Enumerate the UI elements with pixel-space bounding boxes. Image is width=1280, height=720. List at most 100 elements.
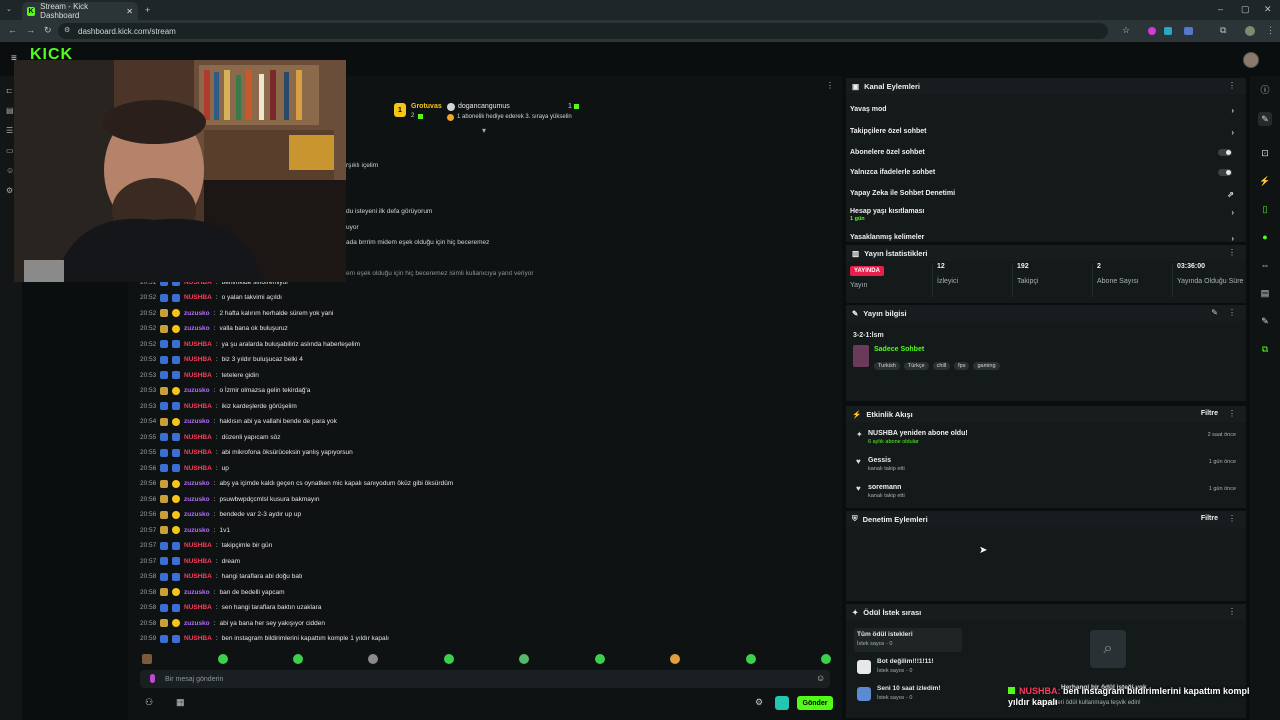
panel-menu-icon[interactable]: ⋮	[1228, 81, 1236, 90]
reward-item[interactable]: Tüm ödül istekleri İstek sayısı - 0	[854, 628, 962, 652]
gift-recipient-name[interactable]: dogancangumus	[458, 103, 510, 110]
chat-message[interactable]: 20:56 zuzusko: abş ya içimde kaldı geçen c…	[140, 477, 453, 491]
expand-leaderboard-icon[interactable]: ▾	[482, 126, 486, 135]
chat-bubble-icon[interactable]: ●	[1258, 230, 1272, 244]
stream-icon[interactable]: ▤	[6, 106, 14, 115]
edit-icon[interactable]: ✎	[1211, 308, 1218, 317]
forward-icon[interactable]: →	[26, 25, 35, 35]
extension-icon[interactable]	[1184, 27, 1193, 35]
wallet-icon[interactable]: ▭	[6, 146, 14, 155]
channel-action-row[interactable]: Takipçilere özel sohbet ›	[850, 128, 1242, 137]
toggle-switch[interactable]	[1218, 169, 1232, 176]
chevron-right-icon[interactable]: ›	[1231, 208, 1234, 217]
chat-message[interactable]: 20:57 NUSHBA: dream	[140, 554, 240, 568]
collapse-icon[interactable]: ⊏	[6, 86, 13, 95]
stream-tag[interactable]: chill	[932, 362, 951, 370]
message-username[interactable]: zuzusko	[184, 325, 210, 332]
microphone-icon[interactable]	[150, 674, 155, 683]
user-avatar[interactable]	[1243, 52, 1259, 68]
chat-message[interactable]: 20:58 zuzusko: abi ya bana her sey yakışıy…	[140, 616, 325, 630]
activity-event[interactable]: ✦ NUSHBA yeniden abone oldu! 6 aylık abone…	[856, 430, 1236, 456]
toggle-switch[interactable]	[1218, 149, 1232, 156]
focus-icon[interactable]: ⊡	[1258, 146, 1272, 160]
category-name[interactable]: Sadece Sohbet	[874, 346, 924, 353]
channel-action-row[interactable]: Yapay Zeka ile Sohbet Denetimi ⇗	[850, 190, 1242, 199]
edit-layout-icon[interactable]: ✎	[1258, 112, 1272, 126]
chat-tools-icon[interactable]: ⚇	[145, 697, 153, 708]
emote-icon[interactable]	[670, 654, 680, 664]
site-info-icon[interactable]: ⚙	[64, 26, 70, 34]
channel-action-row[interactable]: Yasaklanmış kelimeler ›	[850, 234, 1242, 243]
chat-message[interactable]: 20:52 zuzusko: valla bana ok buluşuruz	[140, 322, 288, 336]
chat-message[interactable]: 20:52 zuzusko:2 hafta kalırım herhalde sü…	[140, 306, 333, 320]
link-icon[interactable]: ⇔	[1258, 258, 1272, 272]
chat-message[interactable]: 20:59 NUSHBA: ben instagram bildirimlerini…	[140, 632, 389, 646]
chat-message[interactable]: 20:58 zuzusko: ban de bedelli yapcam	[140, 585, 285, 599]
chat-message[interactable]: 20:52 NUSHBA: ya şu aralarda buluşabiliriz…	[140, 337, 360, 351]
kick-points-icon[interactable]	[775, 696, 789, 710]
emote-icon[interactable]	[746, 654, 756, 664]
channel-action-row[interactable]: Yavaş mod ›	[850, 106, 1242, 115]
community-icon[interactable]: ☰	[6, 126, 13, 135]
list-icon[interactable]: ▤	[1258, 286, 1272, 300]
chat-message[interactable]: 20:56 NUSHBA: up	[140, 461, 229, 475]
settings-icon[interactable]: ⚙	[6, 186, 13, 195]
url-input[interactable]: dashboard.kick.com/stream	[58, 23, 1108, 39]
message-username[interactable]: NUSHBA	[184, 635, 212, 642]
stream-tag[interactable]: gaming	[973, 362, 1000, 370]
gift-box-icon[interactable]: ▦	[176, 697, 185, 708]
chevron-right-icon[interactable]: ›	[1231, 128, 1234, 137]
chat-message[interactable]: 20:53 NUSHBA: tetelere gidin	[140, 368, 259, 382]
message-username[interactable]: zuzusko	[184, 620, 210, 627]
share-icon[interactable]: ⧉	[1258, 342, 1272, 356]
stream-tag[interactable]: Turkish	[874, 362, 900, 370]
chat-message[interactable]: 20:55 NUSHBA: abi mikrofona öksürüceksin y…	[140, 446, 353, 460]
chat-message[interactable]: 20:54 zuzusko: haklısın abi ya vallahi ben…	[140, 415, 337, 429]
stream-tag[interactable]: Türkçe	[903, 362, 929, 370]
bolt-tool-icon[interactable]: ⚡	[1258, 174, 1272, 188]
new-tab-icon[interactable]: +	[145, 5, 150, 15]
external-link-icon[interactable]: ⇗	[1227, 190, 1234, 199]
chat-message[interactable]: 20:57 zuzusko:1v1	[140, 523, 230, 537]
emote-icon[interactable]	[519, 654, 529, 664]
emoji-picker-icon[interactable]: ☺	[816, 673, 825, 683]
panel-menu-icon[interactable]: ⋮	[1228, 308, 1236, 317]
top-gifter-name[interactable]: Grotuvas	[411, 103, 442, 110]
chat-message[interactable]: 20:53 NUSHBA: biz 3 yıldır buluşucaz belki…	[140, 353, 303, 367]
message-username[interactable]: zuzusko	[184, 480, 210, 487]
chat-message[interactable]: 20:53 NUSHBA: ikiz kardeşlerde görüşelim	[140, 399, 297, 413]
message-username[interactable]: NUSHBA	[184, 465, 212, 472]
tab-search-icon[interactable]: ⌄	[6, 5, 12, 13]
extension-icon[interactable]	[1148, 27, 1156, 35]
panel-menu-icon[interactable]: ⋮	[1228, 409, 1236, 418]
emote-icon[interactable]	[821, 654, 831, 664]
message-username[interactable]: zuzusko	[184, 310, 210, 317]
extension-icon[interactable]	[1164, 27, 1172, 35]
activity-filter-button[interactable]: Filtre	[1201, 410, 1218, 417]
emote-icon[interactable]	[218, 654, 228, 664]
chat-message[interactable]: 20:58 NUSHBA: sen hangi taraflara baktın u…	[140, 601, 321, 615]
panel-menu-icon[interactable]: ⋮	[1228, 248, 1236, 257]
chat-message[interactable]: 20:55 NUSHBA: düzenli yapıcam söz	[140, 430, 281, 444]
info-icon[interactable]: ⓘ	[1258, 82, 1272, 96]
channel-action-row[interactable]: Yalnızca ifadelerle sohbet	[850, 169, 1242, 176]
activity-event[interactable]: ♥ soremann kanalı takip etti 1 gün önce	[856, 484, 1236, 510]
chevron-right-icon[interactable]: ›	[1231, 234, 1234, 243]
message-username[interactable]: NUSHBA	[184, 542, 212, 549]
message-username[interactable]: NUSHBA	[184, 604, 212, 611]
message-username[interactable]: zuzusko	[184, 418, 210, 425]
document-icon[interactable]: ▯	[1258, 202, 1272, 216]
mod-filter-button[interactable]: Filtre	[1201, 515, 1218, 522]
chat-message[interactable]: 20:58 NUSHBA: hangi taraflara abi doğu bat…	[140, 570, 303, 584]
panel-menu-icon[interactable]: ⋮	[1228, 607, 1236, 616]
message-username[interactable]: zuzusko	[184, 511, 210, 518]
message-username[interactable]: zuzusko	[184, 387, 210, 394]
chat-message[interactable]: 20:53 zuzusko: o İzmir olmazsa gelin tekir…	[140, 384, 310, 398]
channel-action-row[interactable]: Abonelere özel sohbet	[850, 149, 1242, 156]
maximize-icon[interactable]: ▢	[1241, 4, 1250, 15]
chat-message-input[interactable]: Bir mesaj gönderin	[140, 670, 830, 688]
extensions-puzzle-icon[interactable]: ⧉	[1220, 25, 1226, 36]
message-username[interactable]: NUSHBA	[184, 558, 212, 565]
stream-tag[interactable]: fps	[954, 362, 970, 370]
reload-icon[interactable]: ↻	[44, 25, 52, 36]
